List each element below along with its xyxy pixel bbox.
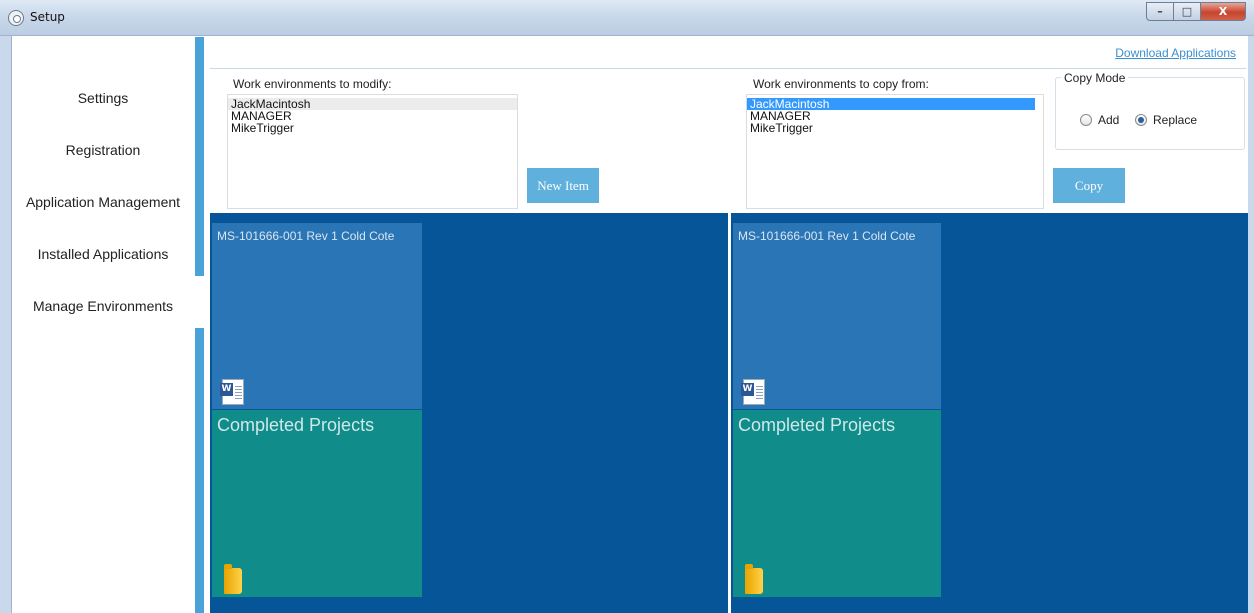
folder-icon xyxy=(224,564,242,594)
window-controls: – □ X xyxy=(1146,2,1246,22)
sidebar-item-application-management[interactable]: Application Management xyxy=(12,194,194,210)
download-applications-link[interactable]: Download Applications xyxy=(1115,46,1236,60)
document-tile[interactable]: MS-101666-001 Rev 1 Cold Cote W xyxy=(212,223,422,409)
sidebar-item-settings[interactable]: Settings xyxy=(12,90,194,106)
sidebar-item-installed-applications[interactable]: Installed Applications xyxy=(12,246,194,262)
right-environment-panel: MS-101666-001 Rev 1 Cold Cote W Complete… xyxy=(731,213,1248,613)
folder-tile-title: Completed Projects xyxy=(738,415,896,435)
modify-listbox[interactable]: JackMacintosh MANAGER MikeTrigger xyxy=(227,94,518,209)
folder-icon xyxy=(745,564,763,594)
replace-radio-label[interactable]: Replace xyxy=(1153,113,1197,127)
folder-tile[interactable]: Completed Projects xyxy=(212,410,422,597)
add-radio-label[interactable]: Add xyxy=(1098,113,1119,127)
document-tile[interactable]: MS-101666-001 Rev 1 Cold Cote W xyxy=(733,223,941,409)
maximize-button[interactable]: □ xyxy=(1173,2,1200,21)
close-button[interactable]: X xyxy=(1200,2,1246,21)
document-tile-title: MS-101666-001 Rev 1 Cold Cote xyxy=(738,229,916,243)
sidebar-item-registration[interactable]: Registration xyxy=(12,142,194,158)
folder-tile[interactable]: Completed Projects xyxy=(733,410,941,597)
gear-icon xyxy=(8,10,24,26)
title-bar[interactable]: Setup – □ X xyxy=(0,0,1254,36)
copy-button-label: Copy xyxy=(1074,177,1104,193)
left-environment-panel: MS-101666-001 Rev 1 Cold Cote W Complete… xyxy=(210,213,728,613)
window-frame-right xyxy=(1248,36,1254,613)
sidebar: Settings Registration Application Manage… xyxy=(12,37,194,613)
sidebar-indicator-top xyxy=(195,37,204,276)
folder-tile-title: Completed Projects xyxy=(217,415,375,435)
word-document-icon: W xyxy=(741,379,765,405)
window-frame-left xyxy=(0,36,12,613)
window-title: Setup xyxy=(30,10,65,24)
list-item[interactable]: MikeTrigger xyxy=(228,122,517,134)
document-tile-title: MS-101666-001 Rev 1 Cold Cote xyxy=(217,229,395,243)
minimize-icon: – xyxy=(1157,5,1163,18)
word-document-icon: W xyxy=(220,379,244,405)
new-item-button-label: New Item xyxy=(537,177,589,193)
minimize-button[interactable]: – xyxy=(1146,2,1173,21)
list-item[interactable]: MikeTrigger xyxy=(747,122,1043,134)
replace-radio[interactable] xyxy=(1135,114,1147,126)
sidebar-indicator-bottom xyxy=(195,328,204,613)
modify-label: Work environments to modify: xyxy=(233,77,392,91)
setup-window: Setup – □ X Settings Registration Applic… xyxy=(0,0,1254,613)
header-divider xyxy=(210,68,1246,69)
copy-from-label: Work environments to copy from: xyxy=(753,77,929,91)
copy-mode-title: Copy Mode xyxy=(1061,71,1129,85)
copy-from-listbox[interactable]: JackMacintosh MANAGER MikeTrigger xyxy=(746,94,1044,209)
close-icon: X xyxy=(1218,5,1228,18)
copy-button[interactable]: Copy xyxy=(1053,168,1125,203)
maximize-icon: □ xyxy=(1181,5,1193,18)
add-radio[interactable] xyxy=(1080,114,1092,126)
sidebar-item-manage-environments[interactable]: Manage Environments xyxy=(12,298,194,314)
main-content: Download Applications Work environments … xyxy=(210,37,1248,613)
new-item-button[interactable]: New Item xyxy=(527,168,599,203)
